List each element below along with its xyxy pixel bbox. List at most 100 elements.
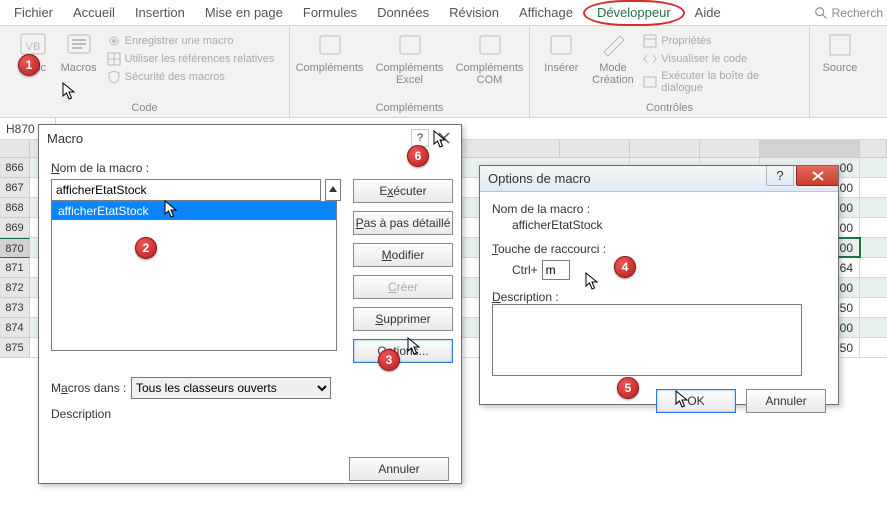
tab-mise-en-page[interactable]: Mise en page bbox=[195, 0, 293, 26]
options-help-button[interactable]: ? bbox=[766, 166, 794, 186]
row-header[interactable]: 867 bbox=[0, 178, 30, 198]
shield-icon bbox=[107, 70, 121, 84]
row-header[interactable]: 866 bbox=[0, 158, 30, 178]
view-code-button[interactable]: Visualiser le code bbox=[643, 50, 799, 68]
description-textarea[interactable] bbox=[492, 304, 802, 376]
options-close-button[interactable] bbox=[796, 166, 838, 186]
com-addins-button[interactable]: Compléments COM bbox=[453, 30, 527, 86]
tab-aide[interactable]: Aide bbox=[685, 0, 731, 26]
com-addins-icon bbox=[475, 30, 505, 60]
options-button[interactable]: Options... bbox=[353, 339, 453, 363]
ok-button[interactable]: OK bbox=[656, 389, 736, 413]
excel-addins-button[interactable]: Compléments Excel bbox=[373, 30, 447, 86]
options-macro-name: afficherEtatStock bbox=[492, 218, 826, 232]
properties-icon bbox=[643, 34, 657, 48]
row-header[interactable]: 870 bbox=[0, 238, 30, 258]
row-header[interactable]: 874 bbox=[0, 318, 30, 338]
excel-addins-icon bbox=[395, 30, 425, 60]
tab-formules[interactable]: Formules bbox=[293, 0, 367, 26]
cursor-icon bbox=[164, 200, 182, 220]
row-header[interactable]: 871 bbox=[0, 258, 30, 278]
tab-affichage[interactable]: Affichage bbox=[509, 0, 583, 26]
cursor-icon bbox=[433, 130, 451, 150]
macro-listbox[interactable]: afficherEtatStock bbox=[51, 201, 337, 351]
group-label-addins: Compléments bbox=[376, 100, 444, 117]
options-name-label: Nom de la macro : bbox=[492, 202, 826, 216]
dialog-icon bbox=[643, 75, 657, 89]
record-icon bbox=[107, 34, 121, 48]
relative-refs-button[interactable]: Utiliser les références relatives bbox=[107, 50, 275, 68]
row-header[interactable]: 868 bbox=[0, 198, 30, 218]
xml-source-button[interactable]: Source bbox=[818, 30, 862, 74]
callout-3: 3 bbox=[378, 349, 400, 371]
macro-name-label: NNom de la macro :om de la macro : bbox=[51, 161, 449, 175]
tab-insertion[interactable]: Insertion bbox=[125, 0, 195, 26]
search-hint[interactable]: Recherch bbox=[832, 6, 883, 20]
macro-dialog: Macro ? NNom de la macro :om de la macro… bbox=[38, 124, 462, 484]
row-header[interactable]: 869 bbox=[0, 218, 30, 238]
col-header-10[interactable] bbox=[760, 140, 860, 157]
cursor-icon bbox=[62, 82, 80, 102]
tab-donnees[interactable]: Données bbox=[367, 0, 439, 26]
ribbon-group-code: VB Basic Macros Enregistrer une macro Ut… bbox=[0, 26, 290, 117]
tab-accueil[interactable]: Accueil bbox=[63, 0, 125, 26]
options-dialog-title: Options de macro ? bbox=[480, 166, 838, 192]
tab-fichier[interactable]: Fichier bbox=[4, 0, 63, 26]
ribbon-group-addins: Compléments Compléments Excel Complément… bbox=[290, 26, 530, 117]
macro-list-item[interactable]: afficherEtatStock bbox=[52, 202, 336, 220]
callout-1: 1 bbox=[18, 54, 40, 76]
ribbon: VB Basic Macros Enregistrer une macro Ut… bbox=[0, 26, 887, 118]
callout-4: 4 bbox=[614, 256, 636, 278]
properties-button[interactable]: Propriétés bbox=[643, 32, 799, 50]
row-header[interactable]: 873 bbox=[0, 298, 30, 318]
edit-button[interactable]: Modifier bbox=[353, 243, 453, 267]
col-header-7[interactable] bbox=[560, 140, 630, 157]
row-header[interactable]: 872 bbox=[0, 278, 30, 298]
cancel-button[interactable]: Annuler bbox=[349, 457, 449, 481]
macros-in-select[interactable]: Tous les classeurs ouverts bbox=[131, 377, 331, 399]
macros-button[interactable]: Macros bbox=[57, 30, 101, 74]
options-cancel-button[interactable]: Annuler bbox=[746, 389, 826, 413]
grid-icon bbox=[107, 52, 121, 66]
run-dialog-button[interactable]: Exécuter la boîte de dialogue bbox=[643, 68, 799, 96]
addins-button[interactable]: Compléments bbox=[293, 30, 367, 74]
macros-icon bbox=[64, 30, 94, 60]
ribbon-group-controls: Insérer Mode Création Propriétés Visuali… bbox=[530, 26, 810, 117]
group-label-controls: Contrôles bbox=[646, 100, 693, 117]
callout-2: 2 bbox=[135, 237, 157, 259]
select-all-corner[interactable] bbox=[0, 140, 30, 157]
row-header[interactable]: 875 bbox=[0, 338, 30, 358]
callout-5: 5 bbox=[617, 377, 639, 399]
macro-security-button[interactable]: Sécurité des macros bbox=[107, 68, 275, 86]
tab-developpeur[interactable]: Développeur bbox=[583, 0, 685, 26]
cursor-icon bbox=[675, 390, 693, 410]
step-button[interactable]: Pas à pas détaillé bbox=[353, 211, 453, 235]
record-macro-button[interactable]: Enregistrer une macro bbox=[107, 32, 275, 50]
callout-6: 6 bbox=[407, 145, 429, 167]
insert-control-button[interactable]: Insérer bbox=[540, 30, 583, 74]
macro-dialog-title: Macro ? bbox=[39, 125, 461, 151]
ribbon-tabs: Fichier Accueil Insertion Mise en page F… bbox=[0, 0, 887, 26]
ribbon-group-xml: Source bbox=[810, 26, 870, 117]
collapse-icon[interactable] bbox=[325, 179, 341, 201]
insert-control-icon bbox=[546, 30, 576, 60]
delete-button[interactable]: Supprimer bbox=[353, 307, 453, 331]
search-icon bbox=[814, 6, 828, 20]
macros-in-label: Macros dans : bbox=[51, 381, 131, 395]
col-header-8[interactable] bbox=[630, 140, 700, 157]
xml-icon bbox=[825, 30, 855, 60]
ctrl-label: Ctrl+ bbox=[512, 263, 538, 277]
cursor-icon bbox=[407, 337, 425, 357]
cursor-icon bbox=[585, 272, 603, 292]
tab-revision[interactable]: Révision bbox=[439, 0, 509, 26]
code-icon bbox=[643, 52, 657, 66]
macro-options-dialog: Options de macro ? Nom de la macro : aff… bbox=[479, 165, 839, 405]
col-header-9[interactable] bbox=[700, 140, 760, 157]
create-button: Créer bbox=[353, 275, 453, 299]
puzzle-icon bbox=[315, 30, 345, 60]
run-button[interactable]: Exécuter bbox=[353, 179, 453, 203]
shortcut-key-input[interactable] bbox=[542, 260, 570, 280]
macro-name-input[interactable] bbox=[51, 179, 321, 201]
design-mode-button[interactable]: Mode Création bbox=[589, 30, 638, 86]
shortcut-label: Touche de raccourci : bbox=[492, 242, 826, 256]
